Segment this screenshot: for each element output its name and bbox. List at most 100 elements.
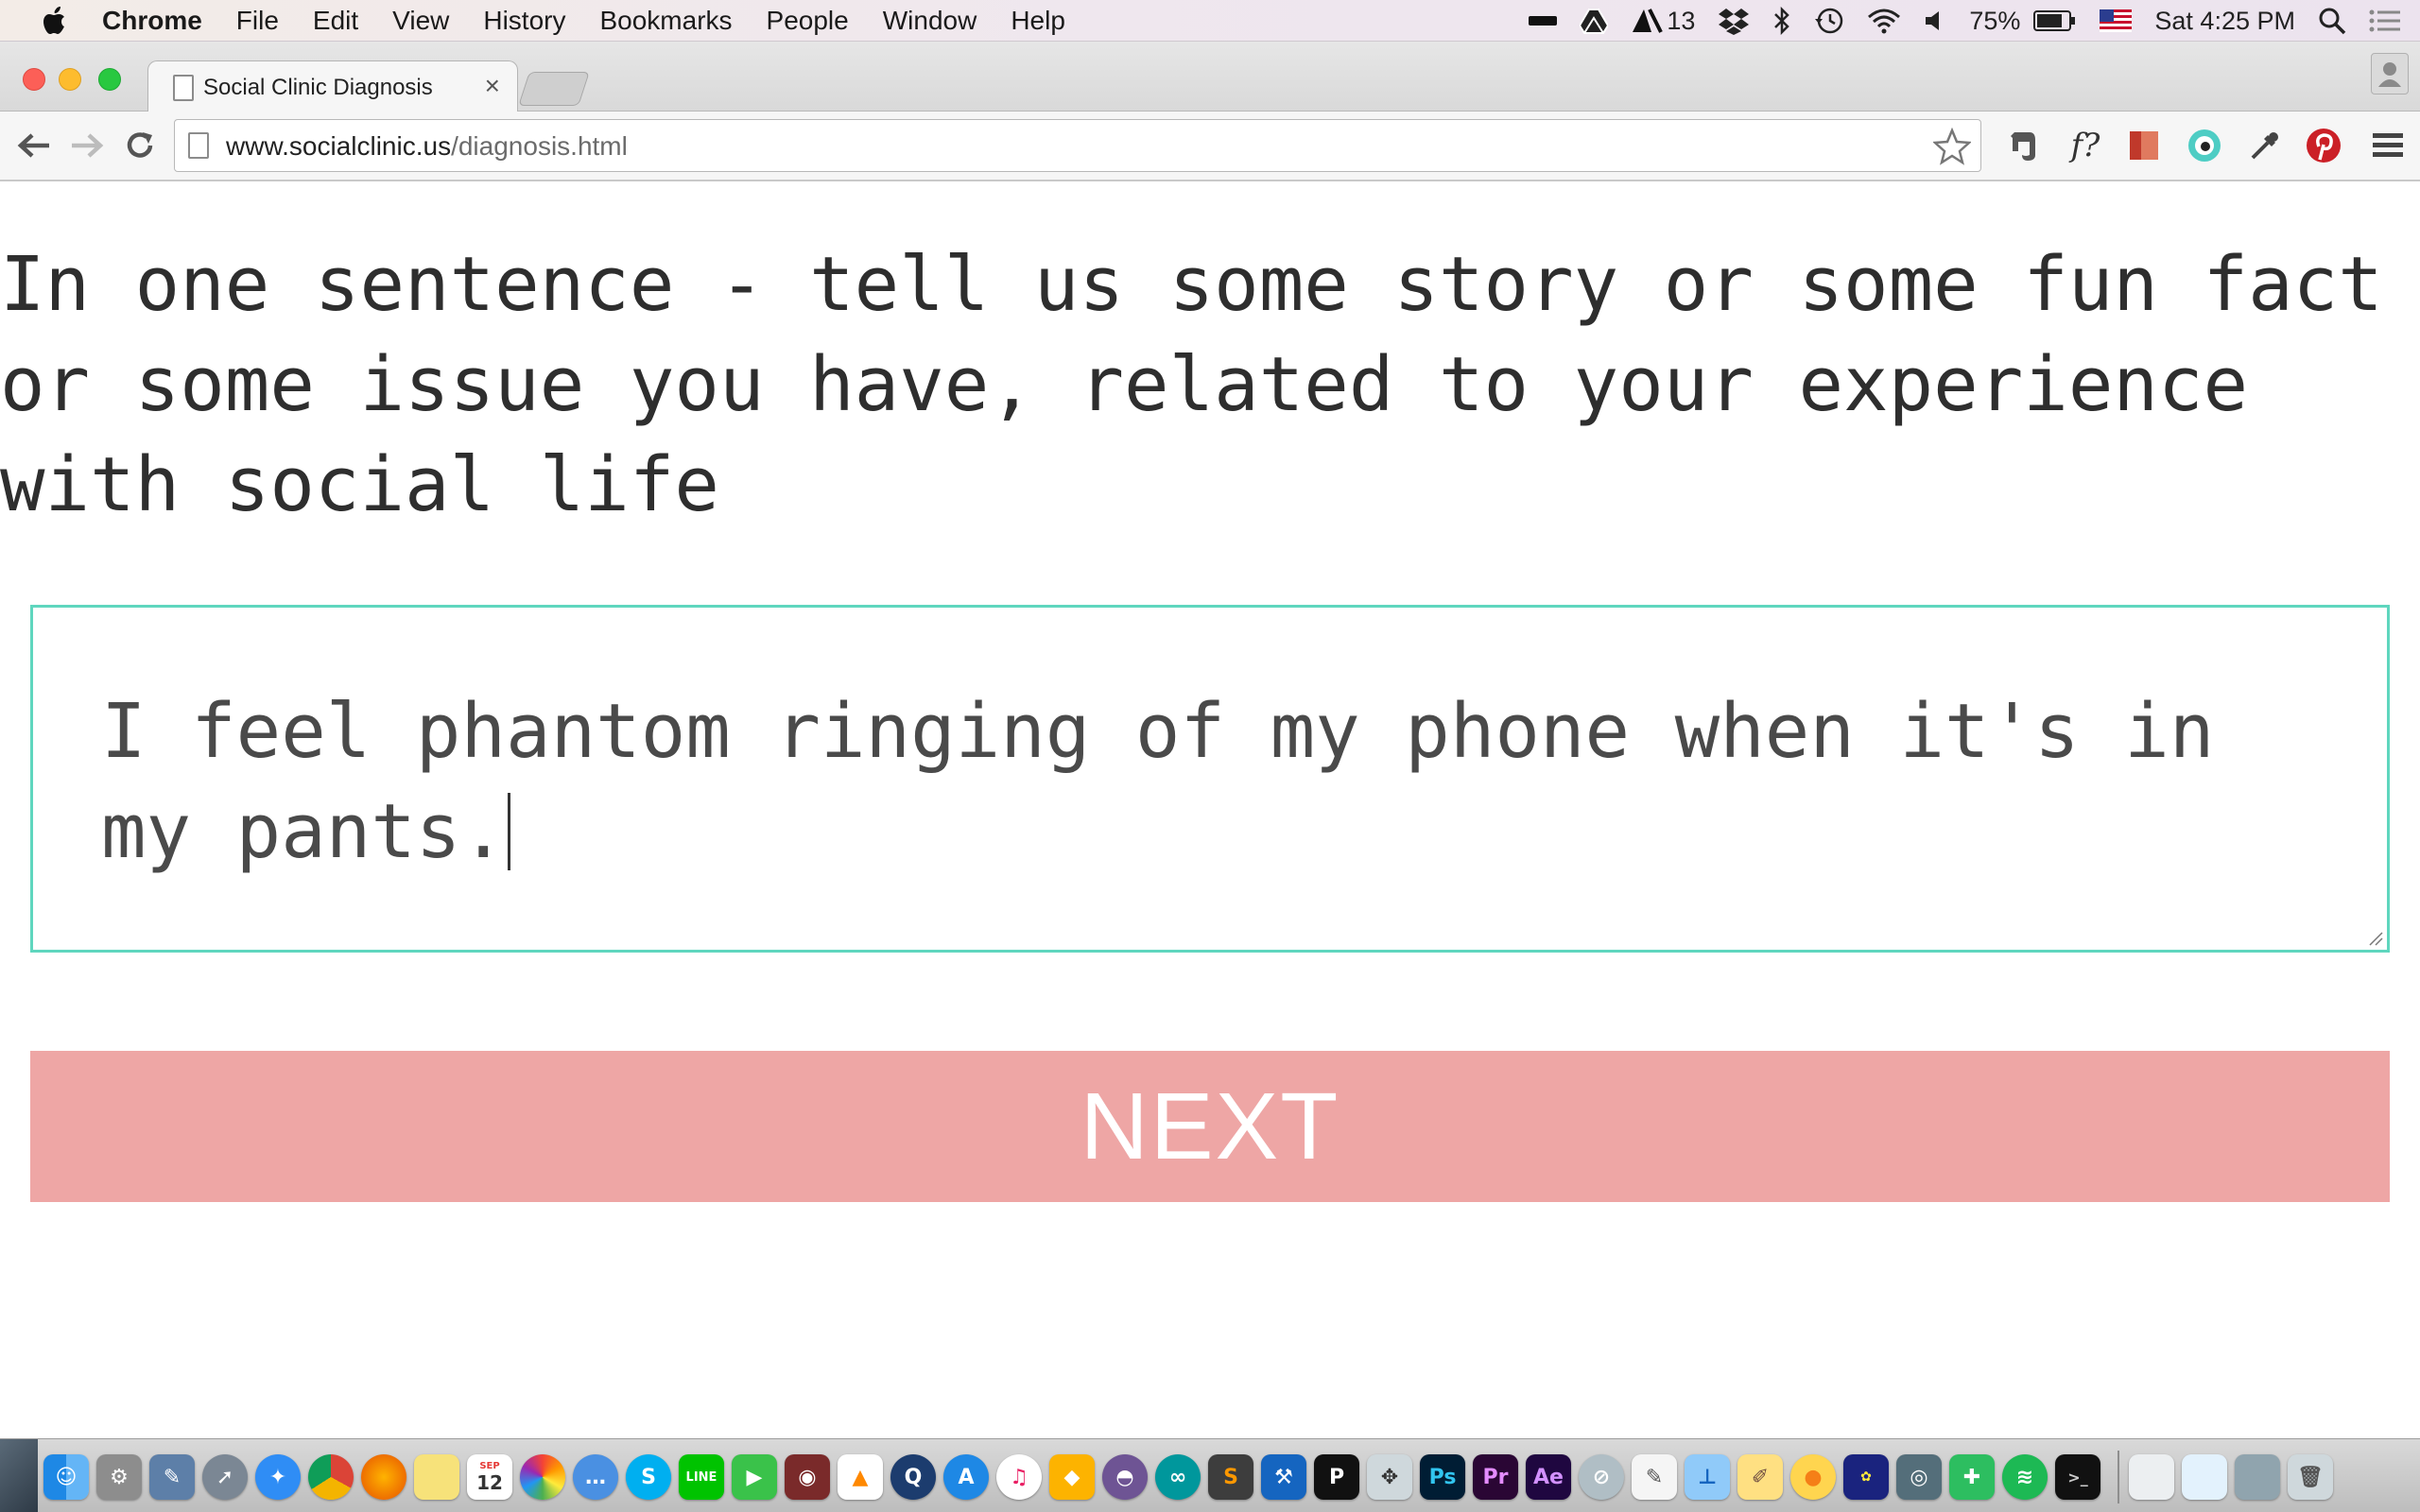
tab-close-icon[interactable]: × xyxy=(485,71,500,101)
documents-stack-icon[interactable] xyxy=(2129,1454,2174,1500)
next-button[interactable]: NEXT xyxy=(30,1051,2390,1202)
menubar-battery-strip-icon[interactable] xyxy=(1529,14,1558,27)
back-arrow-icon[interactable] xyxy=(13,125,55,166)
new-tab-button[interactable] xyxy=(518,72,590,106)
terminal-icon[interactable]: >_ xyxy=(2055,1454,2100,1500)
downloads-stack-icon[interactable] xyxy=(2182,1454,2227,1500)
calendar-day: 12 xyxy=(476,1471,503,1494)
bluetooth-icon[interactable] xyxy=(1772,7,1791,35)
minimize-window-button[interactable] xyxy=(59,68,81,91)
pinterest-extension-icon[interactable] xyxy=(2303,125,2344,166)
volume-icon[interactable] xyxy=(1924,9,1946,33)
battery-percentage[interactable]: 75% xyxy=(1969,7,2020,36)
menu-bookmarks[interactable]: Bookmarks xyxy=(582,0,749,42)
answer-text[interactable]: I feel phantom ringing of my phone when … xyxy=(101,681,2351,882)
cyberduck-icon[interactable]: ● xyxy=(1790,1454,1836,1500)
resize-handle-icon[interactable] xyxy=(2366,929,2383,946)
question-prompt: In one sentence - tell us some story or … xyxy=(0,234,2420,535)
wifi-icon[interactable] xyxy=(1867,8,1901,34)
photos-icon[interactable] xyxy=(520,1454,565,1500)
color-picker-extension-icon[interactable] xyxy=(2244,125,2286,166)
answer-line: my pants. xyxy=(101,782,2351,882)
dropbox-icon[interactable] xyxy=(1718,7,1750,35)
skype-icon[interactable]: S xyxy=(626,1454,671,1500)
battery-icon[interactable] xyxy=(2033,9,2077,32)
menu-help[interactable]: Help xyxy=(994,0,1082,42)
arduino-icon[interactable]: ∞ xyxy=(1155,1454,1201,1500)
textedit-icon[interactable]: ✎ xyxy=(1632,1454,1677,1500)
preview-icon[interactable]: ✎ xyxy=(149,1454,195,1500)
app-store-icon[interactable]: A xyxy=(943,1454,989,1500)
after-effects-icon[interactable]: Ae xyxy=(1526,1454,1571,1500)
finder-icon[interactable]: ☺ xyxy=(43,1454,89,1500)
notes-icon[interactable] xyxy=(414,1454,459,1500)
calendar-icon[interactable]: SEP 12 xyxy=(467,1454,512,1500)
us-flag-input-icon[interactable] xyxy=(2100,9,2133,32)
menu-file[interactable]: File xyxy=(219,0,296,42)
address-bar-url[interactable]: www.socialclinic.us/diagnosis.html xyxy=(226,131,628,162)
screen-capture-icon[interactable]: ◎ xyxy=(1896,1454,1942,1500)
close-window-button[interactable] xyxy=(23,68,45,91)
answer-textarea[interactable]: I feel phantom ringing of my phone when … xyxy=(30,605,2390,953)
spotify-icon[interactable]: ≋ xyxy=(2002,1454,2048,1500)
bookmark-star-icon[interactable] xyxy=(1931,127,1973,165)
menu-bar: Chrome File Edit View History Bookmarks … xyxy=(0,0,2420,42)
utility-icon[interactable]: ✥ xyxy=(1367,1454,1412,1500)
font-finder-extension-icon[interactable]: f? xyxy=(2065,125,2106,166)
evernote-extension-icon[interactable] xyxy=(2002,125,2044,166)
time-machine-icon[interactable] xyxy=(1814,7,1844,35)
disk-utility-icon[interactable]: ⊘ xyxy=(1579,1454,1624,1500)
photo-booth-icon[interactable]: ◉ xyxy=(785,1454,830,1500)
address-bar[interactable]: www.socialclinic.us/diagnosis.html xyxy=(174,119,1981,172)
premiere-icon[interactable]: Pr xyxy=(1473,1454,1518,1500)
launchpad-icon[interactable]: ➚ xyxy=(202,1454,248,1500)
sketch-icon[interactable]: ◆ xyxy=(1049,1454,1095,1500)
vlc-icon[interactable]: ▲ xyxy=(838,1454,883,1500)
tab-social-clinic-diagnosis[interactable]: Social Clinic Diagnosis × xyxy=(147,60,518,113)
app-menu-chrome[interactable]: Chrome xyxy=(78,0,219,42)
dock-items: ☺ ⚙ ✎ ➚ ✦ SEP 12 … S LINE ▶ ◉ ▲ Q A ♫ ◆ ◓… xyxy=(43,1449,2341,1505)
github-icon[interactable]: ◓ xyxy=(1102,1454,1148,1500)
evernote-icon[interactable]: ✚ xyxy=(1949,1454,1995,1500)
safari-icon[interactable]: ✦ xyxy=(255,1454,301,1500)
pocket-extension-icon[interactable] xyxy=(2123,125,2165,166)
spotlight-search-icon[interactable] xyxy=(2318,7,2346,35)
chrome-icon[interactable] xyxy=(308,1454,354,1500)
notification-center-icon[interactable] xyxy=(2369,9,2401,33)
answer-line: I feel phantom ringing of my phone when … xyxy=(101,688,2215,775)
forward-arrow-icon[interactable] xyxy=(66,125,108,166)
itunes-icon[interactable]: ♫ xyxy=(996,1454,1042,1500)
quicktime-icon[interactable]: Q xyxy=(890,1454,936,1500)
xcode-icon[interactable]: ⚒ xyxy=(1261,1454,1306,1500)
isadora-icon[interactable]: ✿ xyxy=(1843,1454,1889,1500)
menu-history[interactable]: History xyxy=(466,0,582,42)
menubar-clock[interactable]: Sat 4:25 PM xyxy=(2154,7,2295,36)
page-info-icon[interactable] xyxy=(188,132,209,159)
line-icon[interactable]: LINE xyxy=(679,1454,724,1500)
reload-icon[interactable] xyxy=(119,125,161,166)
menu-window[interactable]: Window xyxy=(866,0,994,42)
prompt-line: or some issue you have, related to your … xyxy=(0,341,2249,428)
trash-icon[interactable]: 🗑 xyxy=(2288,1454,2333,1500)
eye-dropper-extension-icon[interactable] xyxy=(2184,125,2225,166)
pages-icon[interactable]: ✐ xyxy=(1737,1454,1783,1500)
messages-icon[interactable]: … xyxy=(573,1454,618,1500)
sublime-text-icon[interactable]: S xyxy=(1208,1454,1253,1500)
adobe-creative-cloud-icon[interactable]: 13 xyxy=(1631,7,1695,36)
firefox-icon[interactable] xyxy=(361,1454,406,1500)
zoom-window-button[interactable] xyxy=(98,68,121,91)
menu-people[interactable]: People xyxy=(750,0,866,42)
answer-line-text: my pants. xyxy=(101,788,507,875)
keynote-icon[interactable]: ⊥ xyxy=(1685,1454,1730,1500)
menu-view[interactable]: View xyxy=(375,0,466,42)
menu-edit[interactable]: Edit xyxy=(296,0,375,42)
profile-avatar-button[interactable] xyxy=(2371,53,2409,94)
chrome-menu-icon[interactable] xyxy=(2367,125,2409,166)
applications-folder-icon[interactable] xyxy=(2235,1454,2280,1500)
processing-icon[interactable]: P xyxy=(1314,1454,1359,1500)
facetime-icon[interactable]: ▶ xyxy=(732,1454,777,1500)
photoshop-icon[interactable]: Ps xyxy=(1420,1454,1465,1500)
system-preferences-icon[interactable]: ⚙ xyxy=(96,1454,142,1500)
apple-menu-icon[interactable] xyxy=(34,0,78,42)
google-drive-icon[interactable] xyxy=(1580,8,1609,34)
